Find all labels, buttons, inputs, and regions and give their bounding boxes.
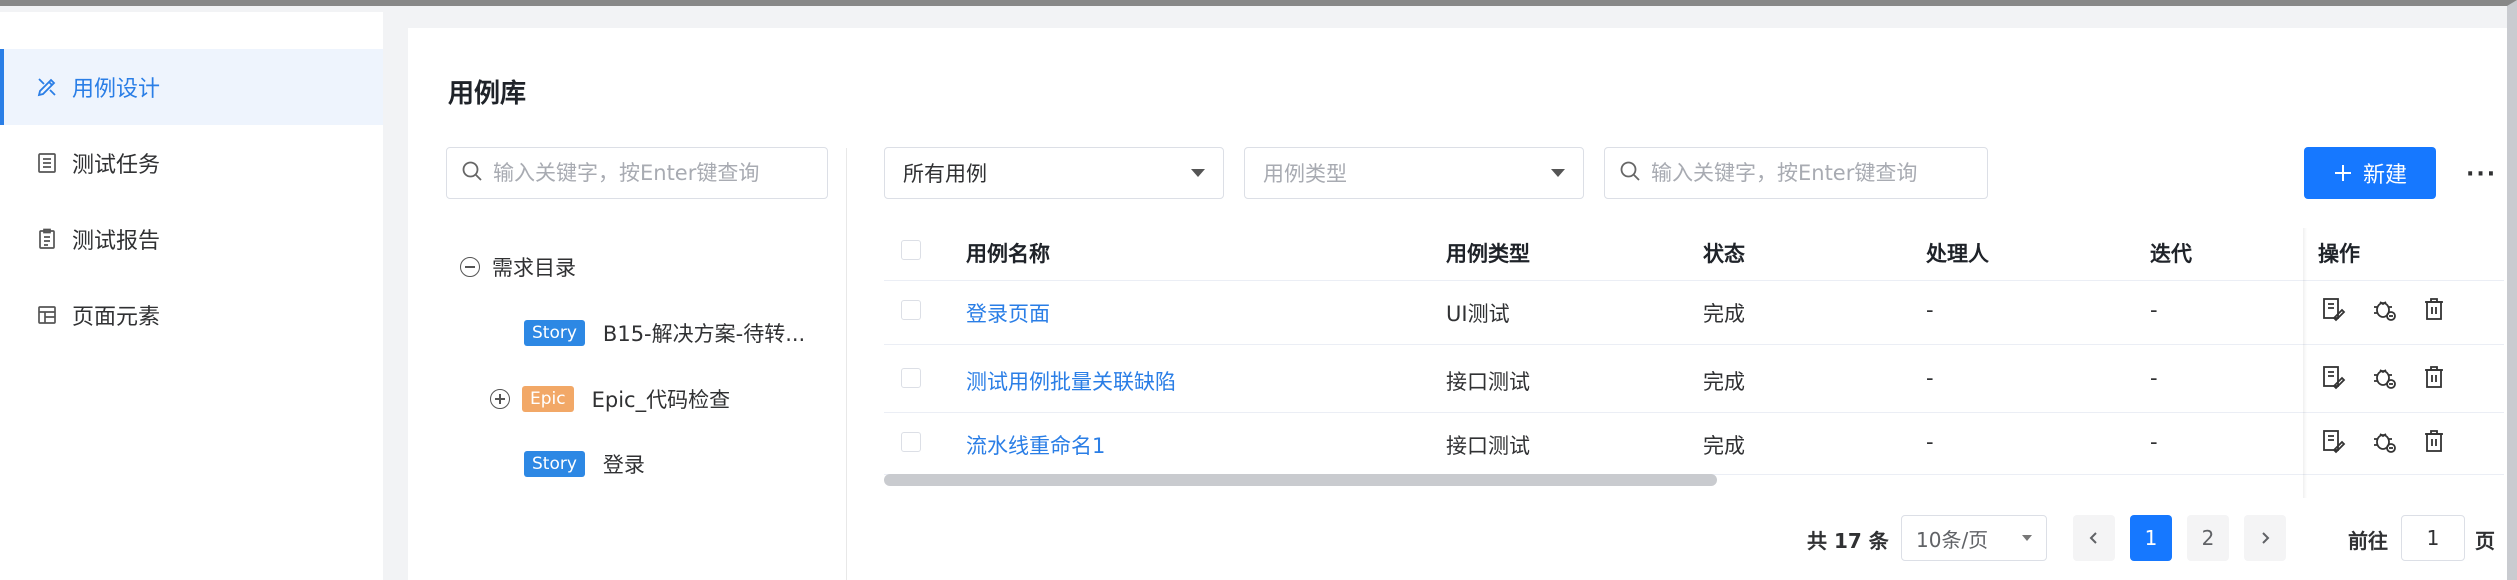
edit-icon[interactable]	[2320, 296, 2346, 322]
case-name-link[interactable]: 测试用例批量关联缺陷	[966, 366, 1176, 396]
column-header-owner[interactable]: 处理人	[1926, 238, 1989, 268]
case-type-cell: 接口测试	[1446, 370, 1530, 394]
total-count: 共 17 条	[1807, 529, 1889, 553]
page-button-2[interactable]: 2	[2187, 515, 2229, 561]
case-iteration-cell: -	[2150, 366, 2158, 390]
bug-icon[interactable]	[2371, 428, 2397, 454]
page-size-select[interactable]: 10条/页	[1901, 515, 2047, 561]
caret-down-icon	[2022, 535, 2032, 541]
case-type-select[interactable]: 用例类型	[1244, 147, 1584, 199]
column-header-actions: 操作	[2318, 242, 2360, 266]
sidebar-item-label: 页面元素	[72, 305, 161, 330]
column-header-iteration[interactable]: 迭代	[2150, 238, 2192, 268]
tree-node-label: Epic_代码检查	[591, 388, 731, 412]
case-type-placeholder: 用例类型	[1263, 162, 1347, 186]
row-checkbox[interactable]	[901, 432, 921, 452]
sidebar-item-label: 测试报告	[72, 229, 161, 254]
case-status-cell: 完成	[1703, 302, 1745, 326]
case-search-input[interactable]	[1651, 161, 1981, 185]
case-status-cell: 完成	[1703, 434, 1745, 458]
clipboard-icon	[36, 228, 58, 250]
goto-label: 前往	[2348, 529, 2388, 553]
case-name-link[interactable]: 登录页面	[966, 298, 1050, 328]
chevron-right-icon	[2262, 532, 2270, 544]
case-type-cell: UI测试	[1446, 302, 1510, 326]
select-all-checkbox[interactable]	[901, 240, 921, 260]
row-divider	[884, 280, 2504, 281]
column-header-type[interactable]: 用例类型	[1446, 238, 1530, 268]
document-list-icon	[36, 152, 58, 174]
panel-divider	[846, 148, 847, 580]
sidebar-item-case-design[interactable]: 用例设计	[0, 49, 383, 125]
expand-icon[interactable]	[490, 389, 510, 409]
scope-select-value: 所有用例	[903, 162, 987, 186]
search-icon	[461, 160, 483, 186]
edit-tools-icon	[36, 76, 58, 98]
delete-icon[interactable]	[2421, 364, 2447, 390]
tree-root-node[interactable]: 需求目录	[460, 252, 576, 282]
chevron-left-icon	[2089, 532, 2097, 544]
tree-node-label: B15-解决方案-待转...	[602, 322, 806, 346]
delete-icon[interactable]	[2421, 428, 2447, 454]
caret-down-icon	[1191, 169, 1205, 177]
case-owner-cell: -	[1926, 298, 1934, 322]
page-button-1[interactable]: 1	[2130, 515, 2172, 561]
row-divider	[884, 344, 2504, 345]
row-divider	[884, 412, 2504, 413]
tree-node-label: 登录	[602, 453, 645, 477]
scope-select[interactable]: 所有用例	[884, 147, 1224, 199]
prev-page-button[interactable]	[2073, 515, 2115, 561]
sidebar-item-label: 测试任务	[72, 153, 161, 178]
next-page-button[interactable]	[2244, 515, 2286, 561]
delete-icon[interactable]	[2421, 296, 2447, 322]
column-header-name[interactable]: 用例名称	[966, 238, 1050, 268]
sidebar-item-test-tasks[interactable]: 测试任务	[0, 125, 383, 201]
goto-page-input[interactable]: 1	[2401, 515, 2465, 561]
column-header-status[interactable]: 状态	[1703, 238, 1745, 268]
case-iteration-cell: -	[2150, 298, 2158, 322]
collapse-icon[interactable]	[460, 257, 480, 277]
search-icon	[1619, 160, 1641, 186]
page-title: 用例库	[448, 79, 527, 109]
bug-icon[interactable]	[2371, 296, 2397, 322]
tree-search-box	[446, 147, 828, 199]
row-checkbox[interactable]	[901, 368, 921, 388]
tree-root-label: 需求目录	[492, 256, 576, 280]
tree-node-epic[interactable]: Epic Epic_代码检查	[490, 384, 730, 414]
horizontal-scrollbar[interactable]	[884, 474, 1717, 486]
epic-tag: Epic	[522, 386, 574, 412]
sidebar-item-test-reports[interactable]: 测试报告	[0, 201, 383, 277]
bug-icon[interactable]	[2371, 364, 2397, 390]
case-owner-cell: -	[1926, 366, 1934, 390]
edit-icon[interactable]	[2320, 428, 2346, 454]
fixed-column-shadow	[2303, 228, 2307, 498]
case-type-cell: 接口测试	[1446, 434, 1530, 458]
story-tag: Story	[524, 451, 585, 477]
tree-node-story[interactable]: Story B15-解决方案-待转...	[524, 318, 805, 348]
goto-suffix: 页	[2475, 529, 2495, 553]
case-status-cell: 完成	[1703, 370, 1745, 394]
more-options-icon[interactable]: ···	[2466, 162, 2497, 187]
tree-search-input[interactable]	[493, 161, 823, 185]
main-panel: 用例库 需求目录 Story B15-解决方案-待转... Epic Epic_…	[408, 28, 2507, 580]
plus-icon	[2333, 163, 2353, 183]
case-owner-cell: -	[1926, 430, 1934, 454]
case-name-link[interactable]: 流水线重命名1	[966, 430, 1105, 460]
story-tag: Story	[524, 320, 585, 346]
table-grid-icon	[36, 304, 58, 326]
caret-down-icon	[1551, 169, 1565, 177]
case-iteration-cell: -	[2150, 430, 2158, 454]
sidebar: 用例设计 测试任务 测试报告 页面元素	[0, 12, 383, 580]
sidebar-item-label: 用例设计	[72, 77, 161, 102]
app-window: 用例设计 测试任务 测试报告 页面元素 用例库 输入关键字，按Enter键查询 …	[0, 0, 2517, 580]
row-checkbox[interactable]	[901, 300, 921, 320]
new-case-button[interactable]: 新建	[2304, 147, 2436, 199]
sidebar-item-page-elements[interactable]: 页面元素	[0, 277, 383, 353]
tree-node-story[interactable]: Story 登录	[524, 449, 645, 479]
edit-icon[interactable]	[2320, 364, 2346, 390]
case-search-box	[1604, 147, 1988, 199]
